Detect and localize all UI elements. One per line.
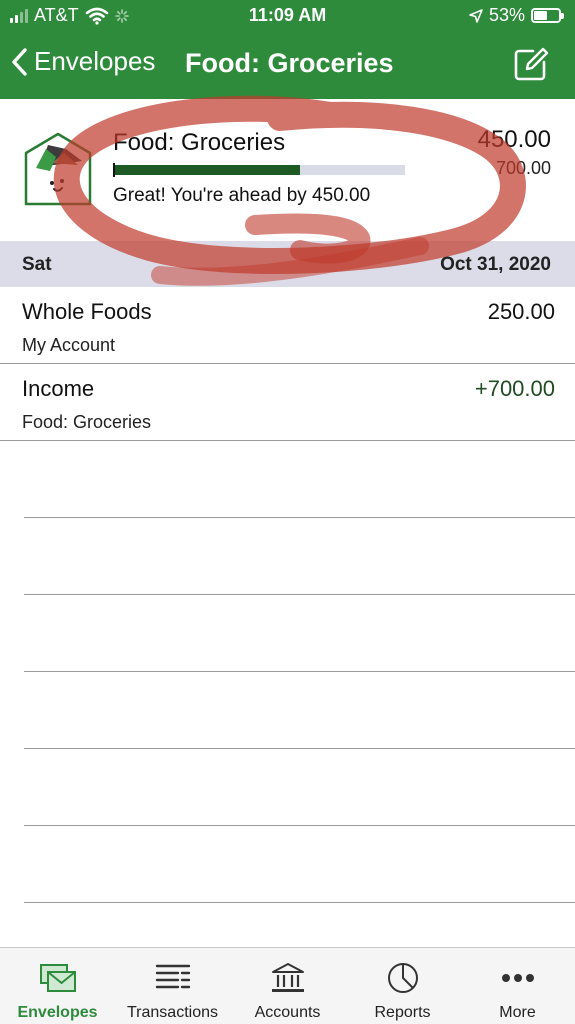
transaction-payee: Whole Foods [22, 299, 152, 324]
section-date: Oct 31, 2020 [440, 254, 551, 275]
back-button[interactable]: Envelopes [10, 46, 155, 77]
transaction-account: Food: Groceries [22, 412, 152, 432]
list-separator [24, 594, 575, 595]
tab-more[interactable]: More [460, 948, 575, 1024]
more-dots-icon [501, 974, 534, 982]
tab-label: Envelopes [17, 1004, 98, 1021]
progress-fill [113, 165, 300, 175]
envelope-house-icon [24, 132, 92, 206]
page-title: Food: Groceries [185, 48, 394, 78]
status-right: 53% [469, 5, 564, 26]
tab-bar: Envelopes Transactions Accounts Reports … [0, 947, 575, 1024]
date-section-header: Sat Oct 31, 2020 [0, 241, 575, 287]
transaction-row[interactable]: Income +700.00 Food: Groceries [0, 364, 575, 441]
top-bar: AT&T 11:09 AM 53% Envelopes Food: Grocer… [0, 0, 575, 99]
battery-icon [531, 8, 564, 23]
transactions-list-icon [155, 964, 190, 989]
status-bar: AT&T 11:09 AM 53% [0, 0, 575, 32]
location-arrow-icon [469, 8, 483, 23]
bank-icon [271, 963, 304, 992]
back-label: Envelopes [34, 46, 156, 76]
list-separator [24, 748, 575, 749]
tab-reports[interactable]: Reports [345, 948, 460, 1024]
progress-marker [113, 163, 115, 177]
transaction-payee: Income [22, 376, 95, 401]
pie-chart-icon [387, 963, 418, 993]
edit-icon[interactable] [513, 46, 549, 82]
transaction-amount: 250.00 [487, 299, 555, 324]
list-separator [24, 671, 575, 672]
envelopes-icon [39, 964, 76, 992]
list-separator [24, 517, 575, 518]
chevron-left-icon [12, 47, 27, 76]
transaction-row[interactable]: Whole Foods 250.00 My Account [0, 287, 575, 364]
envelope-name: Food: Groceries [113, 129, 286, 156]
tab-accounts[interactable]: Accounts [230, 948, 345, 1024]
navigation-bar: Envelopes Food: Groceries [0, 32, 575, 99]
list-separator [24, 825, 575, 826]
list-separator [24, 902, 575, 903]
tab-transactions[interactable]: Transactions [115, 948, 230, 1024]
tab-label: More [499, 1004, 536, 1021]
envelope-balance: 450.00 [477, 126, 551, 153]
battery-percent: 53% [488, 5, 525, 25]
section-day: Sat [22, 254, 52, 275]
tab-label: Transactions [127, 1004, 218, 1021]
envelope-progress-bar [113, 163, 405, 177]
tab-label: Accounts [254, 1004, 321, 1021]
transaction-account: My Account [22, 335, 116, 355]
tab-envelopes[interactable]: Envelopes [0, 948, 115, 1024]
transaction-amount: +700.00 [474, 376, 555, 401]
tab-label: Reports [374, 1004, 431, 1021]
envelope-status-message: Great! You're ahead by 450.00 [113, 185, 371, 206]
envelope-summary: Food: Groceries 450.00 700.00 Great! You… [0, 99, 575, 241]
envelope-budget: 700.00 [495, 158, 551, 178]
